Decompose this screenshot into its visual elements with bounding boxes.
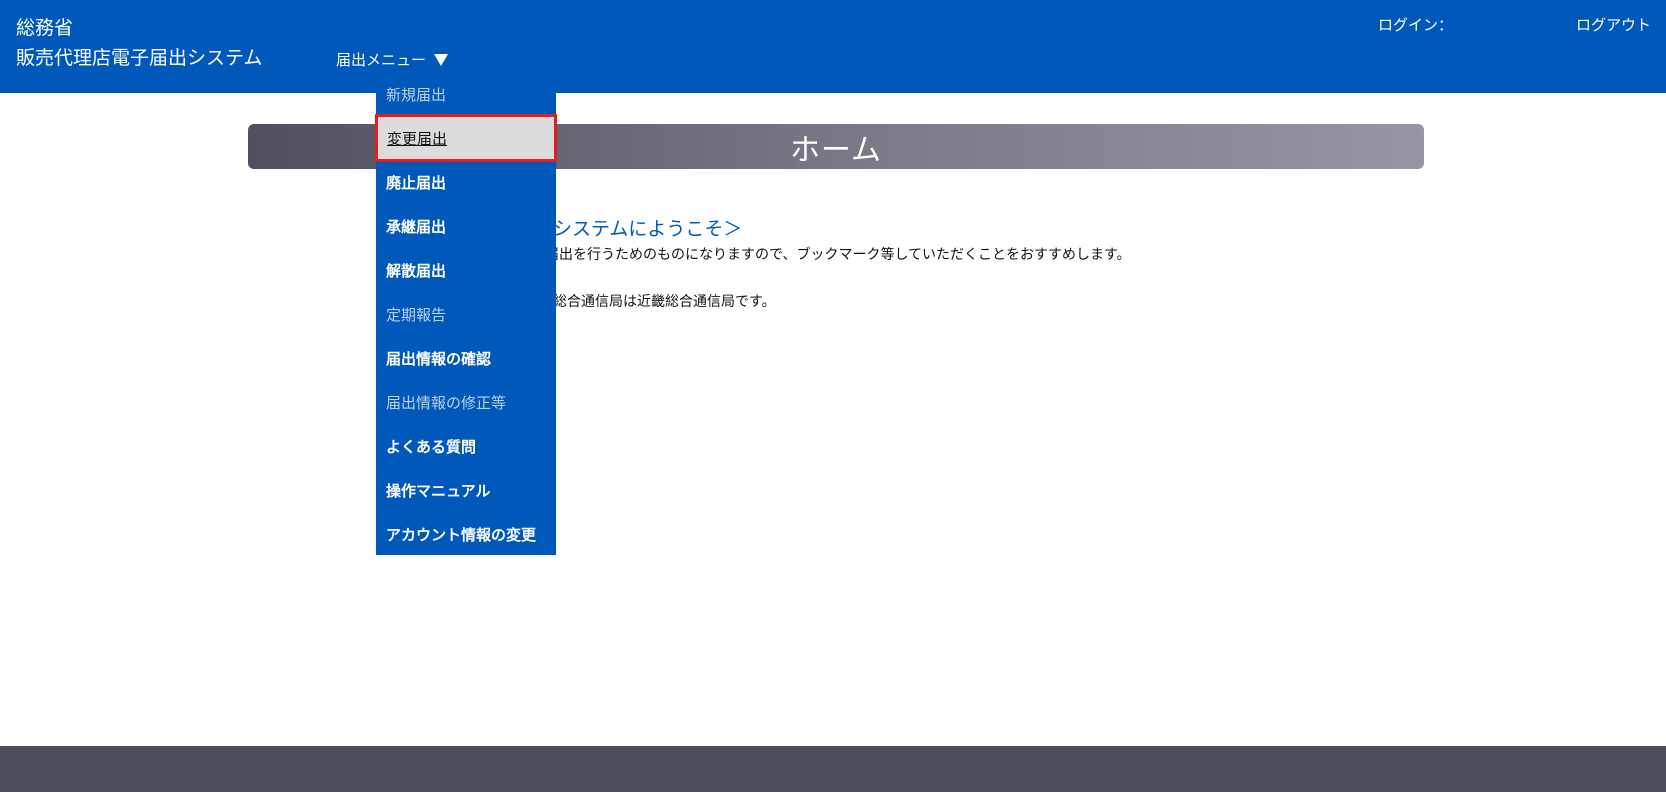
login-label: ログイン： (1378, 16, 1454, 34)
menu-item-correct-info[interactable]: 届出情報の修正等 (376, 380, 556, 424)
menu-item-manual[interactable]: 操作マニュアル (376, 468, 556, 512)
menu-item-faq[interactable]: よくある質問 (376, 424, 556, 468)
welcome-heading: システムにようこそ＞ (553, 218, 743, 240)
menu-item-confirm-info[interactable]: 届出情報の確認 (376, 336, 556, 380)
caret-down-icon (434, 54, 449, 66)
menu-item-dissolution-notification[interactable]: 解散届出 (376, 248, 556, 292)
menu-item-account-settings[interactable]: アカウント情報の変更 (376, 512, 556, 556)
notification-menu-toggle[interactable]: 届出メニュー (336, 50, 449, 70)
header: 総務省 販売代理店電子届出システム 届出メニュー ログイン： ログアウト (0, 0, 1666, 93)
menu-label: 届出メニュー (336, 51, 427, 69)
menu-item-periodic-report[interactable]: 定期報告 (376, 292, 556, 336)
menu-item-succession-notification[interactable]: 承継届出 (376, 204, 556, 248)
logout-link[interactable]: ログアウト (1576, 15, 1651, 35)
description-line-1: 届出を行うためのものになりますので、ブックマーク等していただくことをおすすめしま… (545, 247, 1131, 263)
menu-item-abolition-notification[interactable]: 廃止届出 (376, 160, 556, 204)
org-name: 総務省 (16, 17, 74, 39)
menu-item-new-notification[interactable]: 新規届出 (376, 72, 556, 116)
menu-item-change-notification[interactable]: 変更届出 (375, 114, 557, 162)
system-name: 販売代理店電子届出システム (16, 47, 263, 69)
footer (0, 746, 1666, 792)
notification-dropdown: 新規届出 変更届出 廃止届出 承継届出 解散届出 定期報告 届出情報の確認 届出… (375, 72, 557, 556)
description-line-2: 総合通信局は近畿総合通信局です。 (553, 294, 776, 310)
